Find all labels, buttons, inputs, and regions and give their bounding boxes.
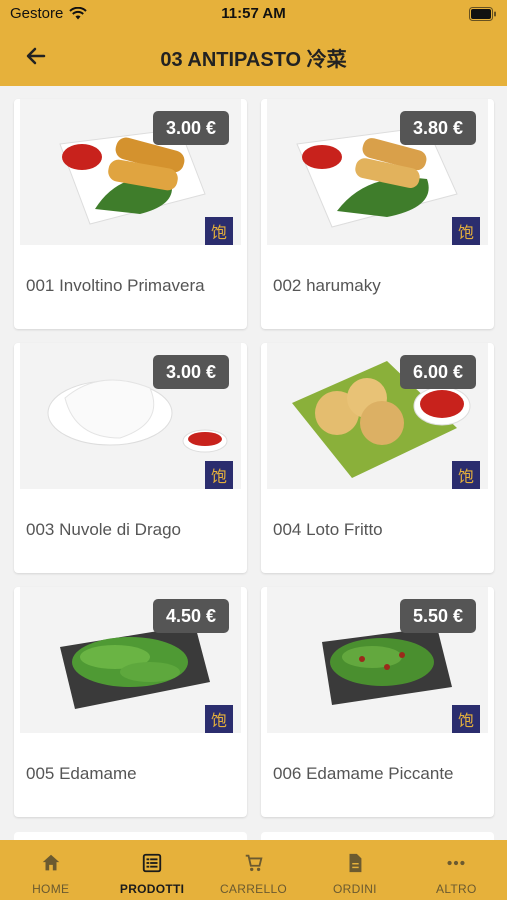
product-grid: 3.00 € 饱 001 Involtino Primavera 3.80 € … (14, 99, 494, 817)
tab-carrello[interactable]: CARRELLO (203, 840, 304, 900)
status-bar: Gestore 11:57 AM (0, 0, 507, 28)
product-card[interactable]: 3.00 € 饱 003 Nuvole di Drago (14, 343, 247, 573)
price-badge: 3.00 € (153, 355, 229, 389)
app-header: Gestore 11:57 AM 03 ANTIPASTO 冷菜 (0, 0, 507, 86)
home-icon (42, 854, 59, 871)
product-card[interactable]: 4.50 € 饱 005 Edamame (14, 587, 247, 817)
status-time: 11:57 AM (221, 5, 286, 22)
tab-ordini[interactable]: ORDINI (304, 840, 405, 900)
tab-home[interactable]: HOME (0, 840, 101, 900)
tab-altro[interactable]: ALTRO (406, 840, 507, 900)
product-name: 003 Nuvole di Drago (26, 520, 181, 539)
product-card[interactable]: 5.50 € 饱 006 Edamame Piccante (261, 587, 494, 817)
product-image-harumaky: 3.80 € 饱 (267, 99, 488, 245)
price-badge: 6.00 € (400, 355, 476, 389)
product-name: 002 harumaky (273, 276, 381, 295)
price-badge: 4.50 € (153, 599, 229, 633)
product-name: 005 Edamame (26, 764, 137, 783)
brand-logo: 饱 (205, 217, 233, 245)
product-image-prawn-crackers: 3.00 € 饱 (20, 343, 241, 489)
brand-logo: 饱 (205, 705, 233, 733)
tab-bar: HOME PRODOTTI CARRELLO ORDINI ALTRO (0, 840, 507, 900)
product-card[interactable]: 6.00 € 饱 004 Loto Fritto (261, 343, 494, 573)
product-card[interactable]: 3.80 € 饱 002 harumaky (261, 99, 494, 329)
more-icon (447, 860, 465, 866)
price-badge: 3.00 € (153, 111, 229, 145)
product-name: 001 Involtino Primavera (26, 276, 205, 295)
cart-icon (245, 854, 263, 872)
document-icon (349, 853, 362, 873)
brand-logo: 饱 (452, 461, 480, 489)
page-title: 03 ANTIPASTO 冷菜 (160, 49, 347, 71)
product-name: 004 Loto Fritto (273, 520, 383, 539)
list-icon (142, 853, 162, 873)
tab-prodotti[interactable]: PRODOTTI (101, 840, 202, 900)
nav-bar: 03 ANTIPASTO 冷菜 (0, 34, 507, 78)
battery-icon (469, 7, 496, 21)
brand-logo: 饱 (452, 705, 480, 733)
product-image-fried-lotus: 6.00 € 饱 (267, 343, 488, 489)
price-badge: 3.80 € (400, 111, 476, 145)
product-name: 006 Edamame Piccante (273, 764, 454, 783)
product-image-spring-rolls: 3.00 € 饱 (20, 99, 241, 245)
brand-logo: 饱 (205, 461, 233, 489)
price-badge: 5.50 € (400, 599, 476, 633)
product-image-spicy-edamame: 5.50 € 饱 (267, 587, 488, 733)
product-card[interactable]: 3.00 € 饱 001 Involtino Primavera (14, 99, 247, 329)
product-image-edamame: 4.50 € 饱 (20, 587, 241, 733)
brand-logo: 饱 (452, 217, 480, 245)
